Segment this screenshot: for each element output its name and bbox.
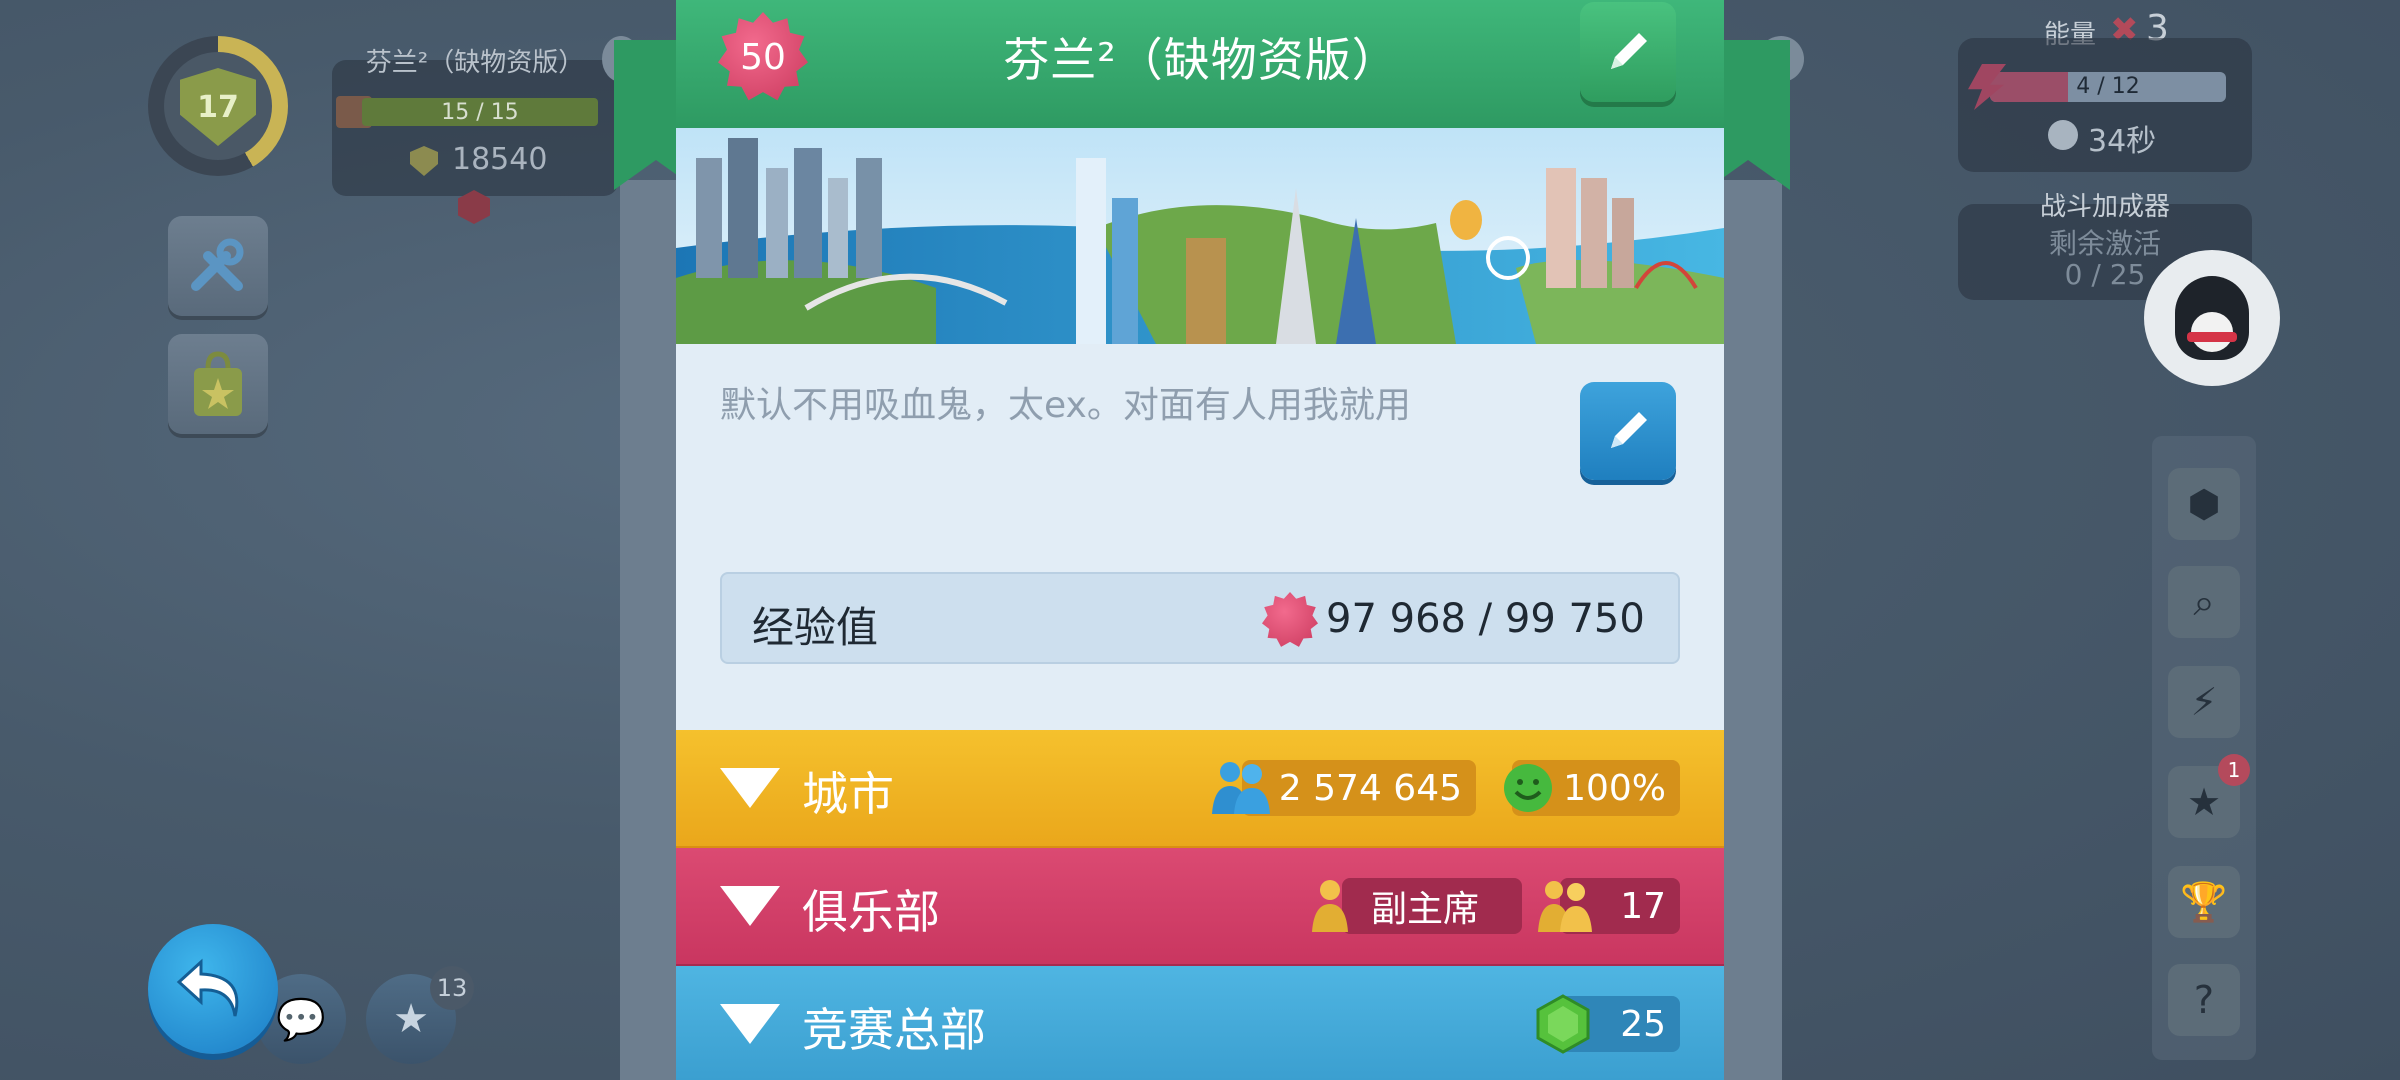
experience-box: 经验值 97 968 / 99 750 xyxy=(720,572,1680,664)
contest-hq-section-header[interactable]: 竞赛总部 25 xyxy=(676,966,1724,1080)
energy-bar-text: 4 / 12 xyxy=(2076,74,2140,99)
star-icon: ★ xyxy=(393,996,429,1042)
help-book-icon[interactable]: ? xyxy=(2168,964,2240,1036)
pencil-icon xyxy=(1611,412,1647,448)
green-hexagon-gem-icon xyxy=(1536,994,1590,1054)
expand-triangle-icon xyxy=(720,1004,780,1044)
qq-avatar-button[interactable] xyxy=(2144,250,2280,386)
city-section-label: 城市 xyxy=(802,767,894,821)
achievements-notification-badge: 1 xyxy=(2218,754,2250,786)
build-tools-button[interactable] xyxy=(168,216,268,316)
edit-description-button[interactable] xyxy=(1580,382,1676,480)
pencil-icon xyxy=(1611,33,1647,69)
simcash-value: 18540 xyxy=(452,142,548,177)
background-panel-left xyxy=(620,180,678,1080)
club-section-label: 俱乐部 xyxy=(802,885,940,939)
favorites-count-badge: 13 xyxy=(430,966,474,1010)
magnifier-search-icon[interactable]: ⌕ xyxy=(2168,566,2240,638)
city-title: 芬兰²（缺物资版） xyxy=(1003,33,1399,87)
contest-hq-section-label: 竞赛总部 xyxy=(802,1003,986,1057)
club-members-icon xyxy=(1538,881,1592,932)
population-bar-text: 15 / 15 xyxy=(441,99,519,125)
city-banner-image xyxy=(676,128,1724,344)
shopping-bag-icon xyxy=(194,351,242,416)
happiness-value: 100% xyxy=(1563,767,1666,809)
energy-timer: 34秒 xyxy=(2088,124,2157,159)
population-bar: 15 / 15 xyxy=(362,98,598,126)
city-profile-modal: 50 芬兰²（缺物资版） 默认不用吸血鬼，太ex。对面有人用我就用 经验值 97… xyxy=(676,0,1724,1080)
club-members-count: 17 xyxy=(1620,885,1666,927)
war-shield-icon[interactable]: ⚡ xyxy=(2168,666,2240,738)
shop-button[interactable] xyxy=(168,334,268,434)
city-skyline-illustration xyxy=(676,128,1724,344)
level-value: 50 xyxy=(740,36,786,78)
member-person-icon xyxy=(1312,880,1348,932)
player-level-value: 17 xyxy=(197,89,239,125)
edit-name-button[interactable] xyxy=(1580,2,1676,102)
museum-icon[interactable]: ⬢ xyxy=(2168,468,2240,540)
trophy-icon[interactable]: 🏆 xyxy=(2168,866,2240,938)
city-description: 默认不用吸血鬼，太ex。对面有人用我就用 xyxy=(720,385,1411,426)
chat-bubble-icon: 💬 xyxy=(276,996,326,1043)
background-panel-right xyxy=(1724,180,1782,1080)
expand-triangle-icon xyxy=(720,768,780,808)
experience-value: 97 968 / 99 750 xyxy=(1326,596,1645,642)
back-button[interactable] xyxy=(148,924,278,1054)
experience-label: 经验值 xyxy=(752,603,879,652)
stopwatch-icon xyxy=(2048,120,2078,150)
population-pill: 2 574 645 xyxy=(1242,760,1476,816)
club-role-pill: 副主席 xyxy=(1342,878,1522,934)
battle-booster-title: 战斗加成器 xyxy=(2039,192,2170,222)
happy-face-icon xyxy=(1504,764,1552,812)
wrench-screwdriver-icon xyxy=(191,238,244,291)
population-people-icon xyxy=(1212,762,1270,814)
population-value: 2 574 645 xyxy=(1278,767,1462,809)
experience-star-icon xyxy=(1262,592,1318,647)
return-arrow-icon xyxy=(176,958,239,1017)
hud-city-name: 芬兰²（缺物资版） xyxy=(365,48,585,78)
contest-hq-value: 25 xyxy=(1620,1003,1666,1045)
club-section-header[interactable]: 俱乐部 副主席 17 xyxy=(676,848,1724,968)
qq-penguin-icon xyxy=(2175,276,2249,360)
city-section-header[interactable]: 城市 2 574 645 100% xyxy=(676,730,1724,850)
expand-triangle-icon xyxy=(720,886,780,926)
club-role: 副主席 xyxy=(1370,889,1479,930)
